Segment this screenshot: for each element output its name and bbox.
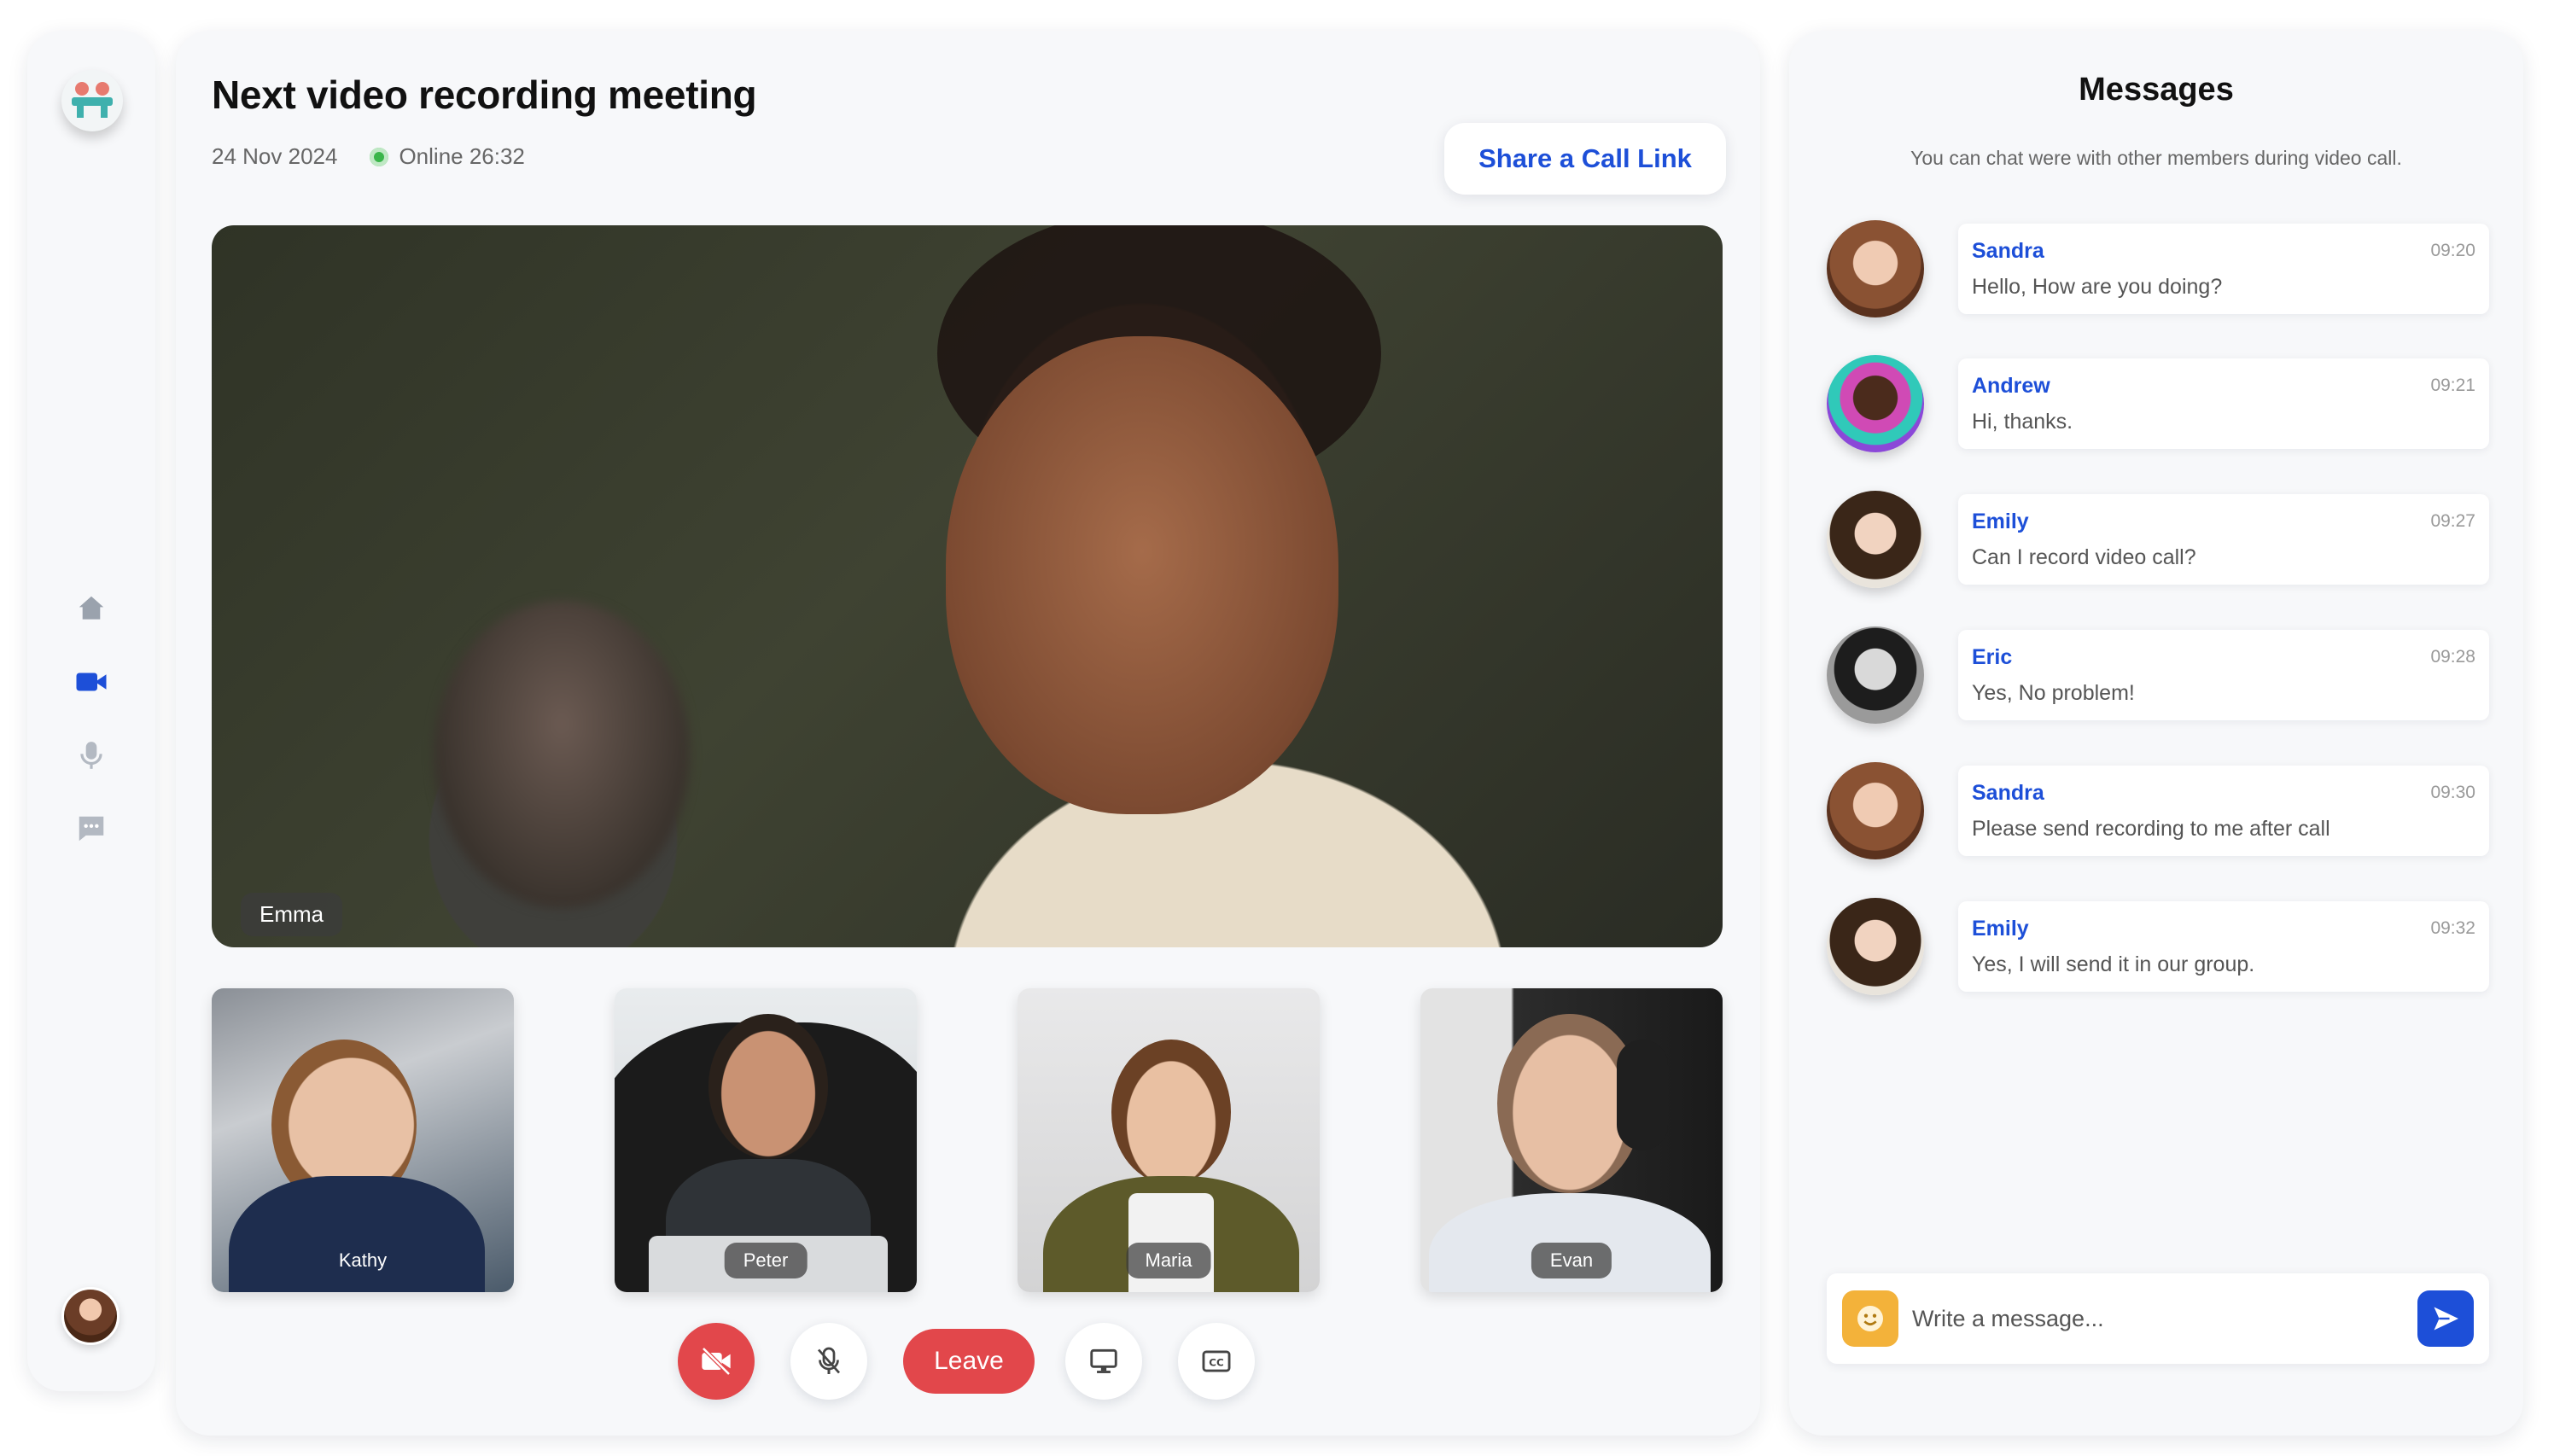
message-item[interactable]: Sandra 09:30 Please send recording to me…: [1827, 762, 2489, 861]
participant-tile[interactable]: Peter: [615, 988, 917, 1292]
video-camera-icon: [76, 673, 107, 691]
message-item[interactable]: Emily 09:32 Yes, I will send it in our g…: [1827, 898, 2489, 997]
message-bubble: Sandra 09:30 Please send recording to me…: [1958, 766, 2489, 856]
message-sender: Sandra: [1972, 239, 2044, 263]
emoji-button[interactable]: [1842, 1290, 1898, 1347]
leave-call-button[interactable]: Leave: [903, 1329, 1035, 1394]
screen-share-button[interactable]: [1065, 1323, 1142, 1400]
message-input[interactable]: [1912, 1296, 2390, 1342]
message-bubble: Eric 09:28 Yes, No problem!: [1958, 630, 2489, 720]
camera-off-icon: [702, 1347, 731, 1376]
messages-title: Messages: [2079, 72, 2234, 108]
chat-icon: [79, 816, 104, 842]
message-time: 09:30: [2430, 783, 2475, 802]
speaker-face: [946, 336, 1338, 814]
home-icon: [79, 596, 104, 620]
message-text: Hello, How are you doing?: [1972, 275, 2223, 299]
participant-name: Kathy: [338, 1249, 388, 1271]
message-avatar: [1827, 491, 1924, 588]
participant-tile[interactable]: Kathy: [212, 988, 514, 1292]
message-time: 09:20: [2430, 241, 2475, 260]
message-item[interactable]: Sandra 09:20 Hello, How are you doing?: [1827, 220, 2489, 319]
main-video-name: Emma: [241, 893, 343, 936]
mic-toggle-button[interactable]: [790, 1323, 867, 1400]
participant-tile[interactable]: Maria: [1018, 988, 1320, 1292]
meeting-panel: Next video recording meeting 24 Nov 2024…: [176, 31, 1760, 1436]
share-call-link-button[interactable]: Share a Call Link: [1444, 123, 1726, 195]
call-controls: Leave CC: [176, 1323, 1760, 1400]
main-video[interactable]: Emma: [212, 225, 1723, 947]
nav-video[interactable]: [70, 661, 113, 703]
send-icon: [2434, 1307, 2458, 1331]
participant-tile[interactable]: Evan: [1420, 988, 1723, 1292]
message-composer: [1827, 1273, 2489, 1364]
message-item[interactable]: Emily 09:27 Can I record video call?: [1827, 491, 2489, 590]
captions-button[interactable]: CC: [1178, 1323, 1255, 1400]
participant-name: Maria: [1126, 1243, 1211, 1278]
nav-chat[interactable]: [70, 807, 113, 850]
message-bubble: Sandra 09:20 Hello, How are you doing?: [1958, 224, 2489, 314]
messages-panel: Messages You can chat were with other me…: [1789, 31, 2523, 1436]
message-bubble: Emily 09:27 Can I record video call?: [1958, 494, 2489, 585]
screen-share-icon: [1090, 1348, 1117, 1373]
message-item[interactable]: Eric 09:28 Yes, No problem!: [1827, 626, 2489, 725]
sidebar: [27, 31, 155, 1391]
participant-name: Evan: [1531, 1243, 1612, 1278]
emoji-icon: [1857, 1306, 1883, 1331]
captions-icon: CC: [1202, 1350, 1231, 1372]
message-bubble: Emily 09:32 Yes, I will send it in our g…: [1958, 901, 2489, 992]
message-sender: Emily: [1972, 917, 2029, 941]
message-text: Hi, thanks.: [1972, 410, 2073, 434]
message-text: Can I record video call?: [1972, 545, 2196, 569]
online-status-dot: [370, 147, 389, 166]
user-avatar[interactable]: [61, 1287, 120, 1345]
online-duration: Online 26:32: [399, 143, 525, 169]
message-time: 09:21: [2430, 376, 2475, 395]
message-text: Yes, No problem!: [1972, 681, 2135, 705]
message-sender: Sandra: [1972, 781, 2044, 805]
message-item[interactable]: Andrew 09:21 Hi, thanks.: [1827, 355, 2489, 454]
messages-subtitle: You can chat were with other members dur…: [1910, 147, 2402, 169]
message-time: 09:28: [2430, 647, 2475, 667]
message-avatar: [1827, 898, 1924, 995]
message-bubble: Andrew 09:21 Hi, thanks.: [1958, 358, 2489, 449]
message-avatar: [1827, 220, 1924, 317]
nav-home[interactable]: [70, 587, 113, 630]
message-avatar: [1827, 762, 1924, 859]
page-title: Next video recording meeting: [212, 73, 757, 117]
camera-toggle-button[interactable]: [678, 1323, 755, 1400]
message-time: 09:27: [2430, 511, 2475, 531]
svg-text:CC: CC: [1209, 1357, 1223, 1369]
message-avatar: [1827, 355, 1924, 452]
background-person: [434, 601, 690, 908]
message-sender: Emily: [1972, 510, 2029, 533]
app-logo[interactable]: [61, 70, 123, 131]
nav-microphone[interactable]: [70, 734, 113, 777]
message-sender: Andrew: [1972, 374, 2050, 398]
message-text: Yes, I will send it in our group.: [1972, 952, 2255, 976]
microphone-icon: [80, 742, 102, 769]
send-button[interactable]: [2417, 1290, 2474, 1347]
mic-off-icon: [817, 1347, 841, 1374]
message-time: 09:32: [2430, 918, 2475, 938]
message-text: Please send recording to me after call: [1972, 817, 2330, 841]
meeting-date: 24 Nov 2024: [212, 143, 338, 169]
meeting-meta: 24 Nov 2024 Online 26:32: [212, 143, 525, 170]
message-avatar: [1827, 626, 1924, 724]
message-sender: Eric: [1972, 645, 2013, 669]
participant-name: Peter: [724, 1243, 808, 1278]
